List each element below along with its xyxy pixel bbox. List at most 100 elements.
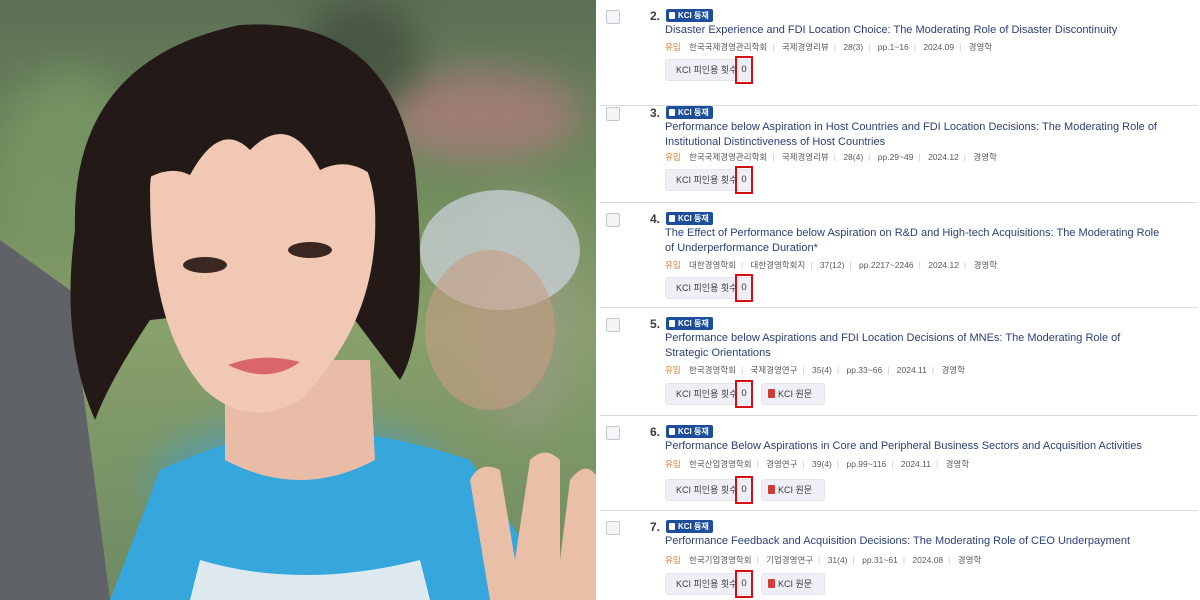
volume: 28(4) (843, 152, 864, 162)
badge-label: KCI 등재 (678, 522, 709, 531)
pages: pp.99~116 (846, 459, 887, 469)
full-text-button[interactable]: KCI 원문 (761, 573, 825, 595)
pages: pp.2217~2246 (859, 260, 914, 270)
result-number: 4. (649, 212, 660, 226)
society-name: 한국산업경영학회 (689, 459, 752, 469)
citation-label: KCI 피인용 횟수 (676, 175, 738, 185)
date: 2024.11 (896, 365, 927, 375)
citation-count-highlight: 0 (735, 166, 753, 194)
paper-meta: 유입 한국경영학회 | 국제경영연구 | 35(4) | pp.33~66 | 2024… (665, 365, 965, 375)
result-item: 2. KCI 등재 Disaster Experience and FDI Lo… (600, 0, 1198, 106)
citation-count-highlight: 0 (735, 476, 753, 504)
citation-label: KCI 피인용 횟수 (676, 389, 738, 399)
status-label: 유입 (665, 459, 681, 469)
paper-meta: 유입 한국국제경영관리학회 | 국제경영리뷰 | 28(3) | pp.1~16 | 2… (665, 42, 993, 52)
pages: pp.33~66 (846, 365, 883, 375)
result-item: 3. KCI 등재 Performance below Aspiration i… (600, 97, 1198, 203)
status-label: 유입 (665, 42, 681, 52)
volume: 28(3) (843, 42, 864, 52)
search-results-list: 2. KCI 등재 Disaster Experience and FDI Lo… (600, 0, 1200, 600)
field: 경영학 (973, 260, 998, 270)
select-checkbox[interactable] (606, 10, 620, 24)
paper-title-link[interactable]: Performance below Aspirations and FDI Lo… (665, 331, 1165, 361)
pdf-icon (768, 485, 775, 494)
kci-badge: KCI 등재 (666, 520, 713, 533)
status-label: 유입 (665, 555, 681, 565)
pdf-icon (768, 579, 775, 588)
date: 2024.12 (928, 152, 959, 162)
kci-badge: KCI 등재 (666, 106, 713, 119)
volume: 31(4) (827, 555, 848, 565)
result-item: 4. KCI 등재 The Effect of Performance belo… (600, 203, 1198, 308)
kci-icon (669, 523, 675, 530)
badge-label: KCI 등재 (678, 11, 709, 20)
pages: pp.1~16 (877, 42, 909, 52)
kci-badge: KCI 등재 (666, 425, 713, 438)
badge-label: KCI 등재 (678, 319, 709, 328)
pages: pp.29~49 (877, 152, 914, 162)
paper-title-link[interactable]: Disaster Experience and FDI Location Cho… (665, 23, 1165, 38)
paper-meta: 유입 한국산업경영학회 | 경영연구 | 39(4) | pp.99~116 | 202… (665, 459, 970, 469)
field: 경영학 (973, 152, 997, 162)
date: 2024.08 (912, 555, 944, 565)
paper-title-link[interactable]: The Effect of Performance below Aspirati… (665, 226, 1165, 256)
journal-name: 대한경영학회지 (750, 260, 806, 270)
badge-label: KCI 등재 (678, 427, 709, 436)
paper-meta: 유입 한국국제경영관리학회 | 국제경영리뷰 | 28(4) | pp.29~49 | … (665, 152, 997, 162)
society-name: 한국국제경영관리학회 (689, 42, 768, 52)
citation-label: KCI 피인용 횟수 (676, 65, 738, 75)
society-name: 한국국제경영관리학회 (689, 152, 768, 162)
society-name: 한국경영학회 (689, 365, 736, 375)
paper-title-link[interactable]: Performance Below Aspirations in Core an… (665, 439, 1165, 454)
volume: 37(12) (819, 260, 845, 270)
journal-name: 국제경영리뷰 (781, 42, 829, 52)
date: 2024.09 (923, 42, 955, 52)
citation-count-highlight: 0 (735, 56, 753, 84)
date: 2024.11 (900, 459, 931, 469)
full-text-label: KCI 원문 (778, 485, 813, 495)
result-number: 5. (649, 317, 660, 331)
kci-icon (669, 428, 675, 435)
select-checkbox[interactable] (606, 426, 620, 440)
kci-icon (669, 109, 675, 116)
status-label: 유입 (665, 365, 681, 375)
date: 2024.12 (928, 260, 959, 270)
field: 경영학 (968, 42, 993, 52)
citation-count-highlight: 0 (735, 380, 753, 408)
select-checkbox[interactable] (606, 318, 620, 332)
kci-icon (669, 320, 675, 327)
select-checkbox[interactable] (606, 521, 620, 535)
volume: 35(4) (812, 365, 832, 375)
volume: 39(4) (812, 459, 832, 469)
field: 경영학 (945, 459, 970, 469)
citation-label: KCI 피인용 횟수 (676, 283, 738, 293)
journal-name: 국제경영연구 (750, 365, 798, 375)
kci-badge: KCI 등재 (666, 9, 713, 22)
citation-label: KCI 피인용 횟수 (676, 485, 738, 495)
full-text-button[interactable]: KCI 원문 (761, 479, 825, 501)
full-text-button[interactable]: KCI 원문 (761, 383, 825, 405)
journal-name: 국제경영리뷰 (781, 152, 829, 162)
badge-label: KCI 등재 (678, 108, 709, 117)
kci-icon (669, 12, 675, 19)
journal-name: 경영연구 (766, 459, 798, 469)
society-name: 대한경영학회 (689, 260, 736, 270)
result-item: 6. KCI 등재 Performance Below Aspirations … (600, 416, 1198, 511)
citation-label: KCI 피인용 횟수 (676, 579, 738, 589)
citation-count-highlight: 0 (735, 274, 753, 302)
full-text-label: KCI 원문 (778, 579, 813, 589)
select-checkbox[interactable] (606, 107, 620, 121)
kci-badge: KCI 등재 (666, 317, 713, 330)
field: 경영학 (941, 365, 965, 375)
full-text-label: KCI 원문 (778, 389, 813, 399)
badge-label: KCI 등재 (678, 214, 709, 223)
field: 경영학 (957, 555, 982, 565)
kci-badge: KCI 등재 (666, 212, 713, 225)
portrait-figure (0, 24, 596, 600)
paper-title-link[interactable]: Performance below Aspiration in Host Cou… (665, 120, 1165, 150)
paper-title-link[interactable]: Performance Feedback and Acquisition Dec… (665, 534, 1165, 549)
kci-icon (669, 215, 675, 222)
paper-meta: 유입 대한경영학회 | 대한경영학회지 | 37(12) | pp.2217~2246… (665, 260, 998, 270)
result-number: 7. (649, 520, 660, 534)
select-checkbox[interactable] (606, 213, 620, 227)
